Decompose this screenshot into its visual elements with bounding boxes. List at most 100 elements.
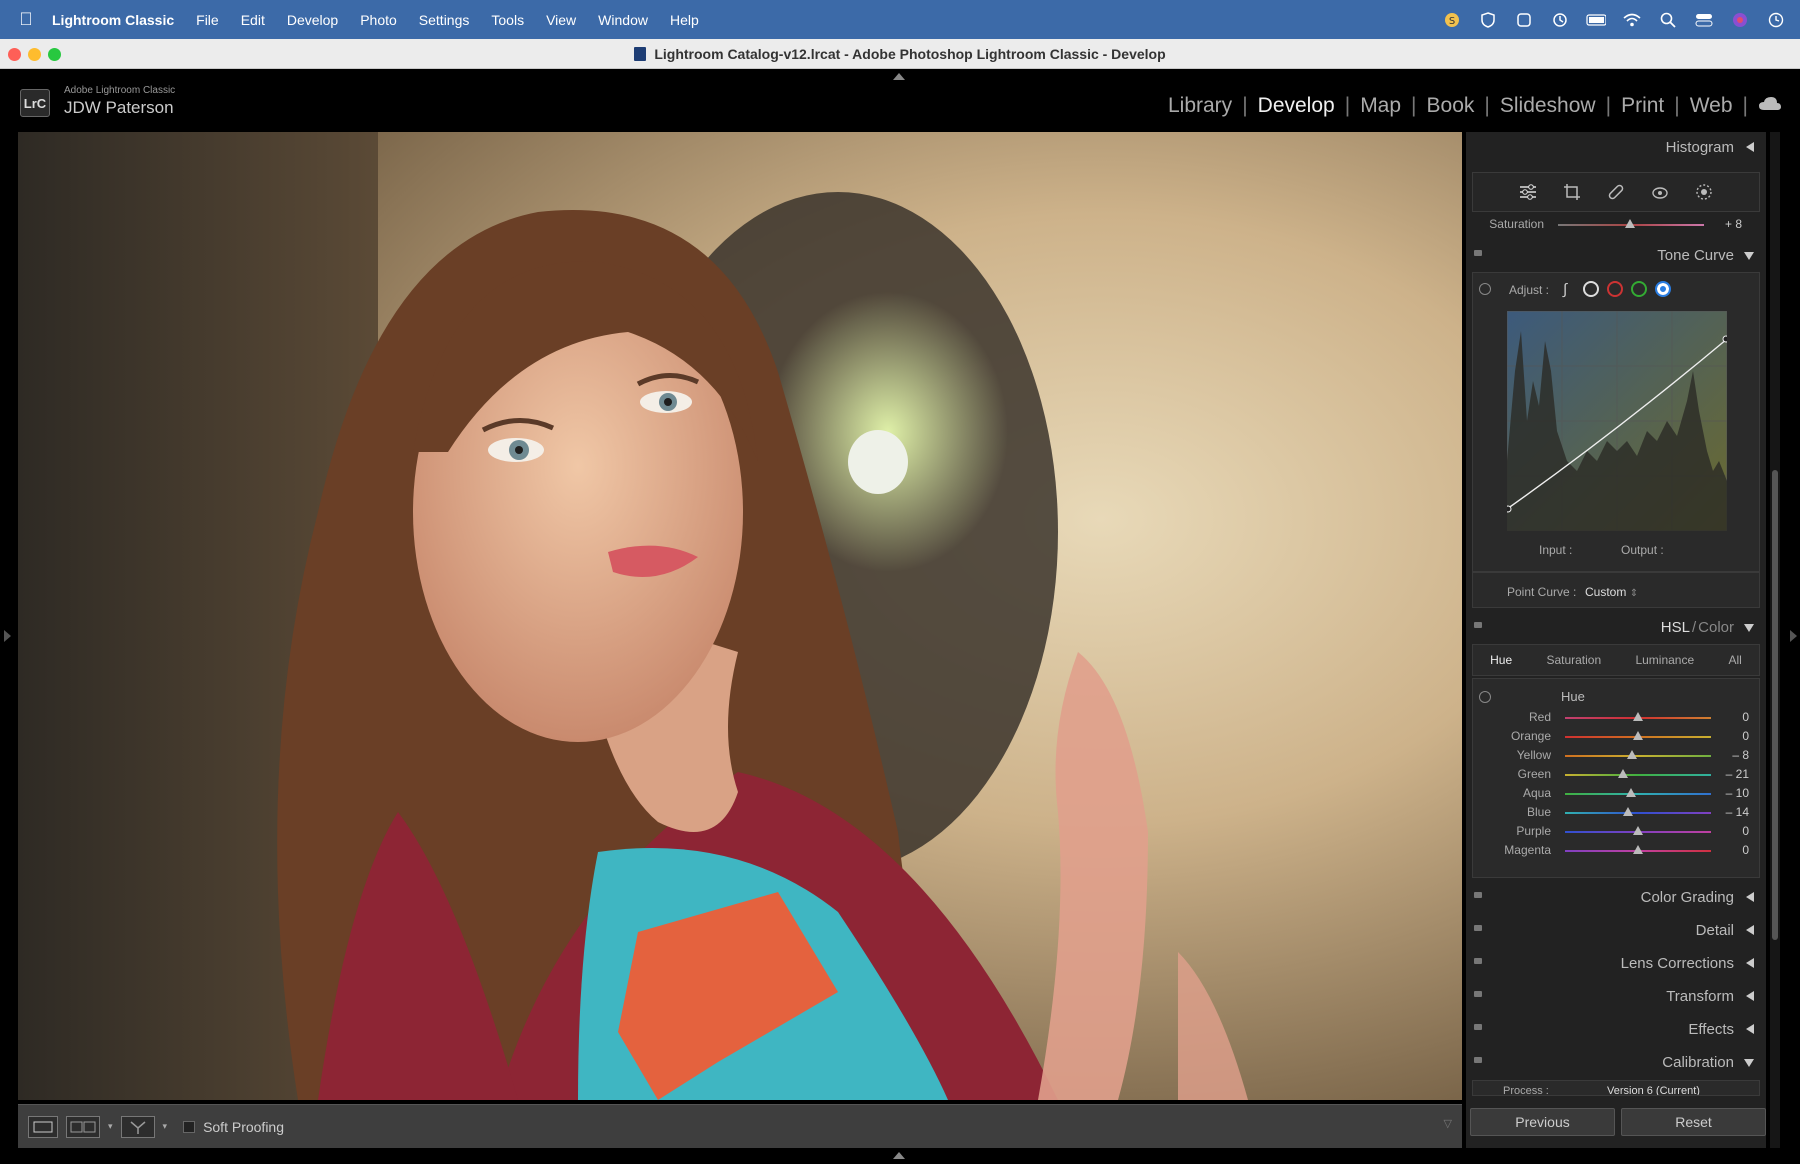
hue-slider-value[interactable]: 0 <box>1742 824 1749 838</box>
module-slideshow[interactable]: Slideshow <box>1500 94 1596 118</box>
reset-button[interactable]: Reset <box>1621 1108 1766 1136</box>
hue-slider-track[interactable] <box>1565 793 1711 795</box>
hsl-panel-header[interactable]: HSL / Color <box>1472 612 1760 642</box>
hue-slider-knob[interactable] <box>1622 807 1633 816</box>
menu-tools[interactable]: Tools <box>491 12 524 28</box>
vpn-icon[interactable] <box>1514 10 1534 30</box>
menu-develop[interactable]: Develop <box>287 12 338 28</box>
siri-icon[interactable] <box>1730 10 1750 30</box>
hue-slider-track[interactable] <box>1565 755 1711 757</box>
panel-switch-icon[interactable] <box>1474 1057 1482 1063</box>
hue-slider-knob[interactable] <box>1617 769 1628 778</box>
hue-slider-knob[interactable] <box>1625 788 1636 797</box>
saturation-slider-knob[interactable] <box>1625 219 1635 228</box>
tab-saturation[interactable]: Saturation <box>1542 653 1605 667</box>
tone-curve-panel-header[interactable]: Tone Curve <box>1472 240 1760 270</box>
clock-icon[interactable] <box>1766 10 1786 30</box>
panel-switch-icon[interactable] <box>1474 925 1482 931</box>
module-map[interactable]: Map <box>1360 94 1401 118</box>
masking-icon[interactable] <box>1686 177 1722 207</box>
tab-luminance[interactable]: Luminance <box>1631 653 1698 667</box>
show-top-panel-arrow[interactable] <box>893 73 905 80</box>
before-after-button[interactable] <box>66 1115 100 1138</box>
hue-slider-value[interactable]: – 14 <box>1726 805 1749 819</box>
hue-slider-knob[interactable] <box>1633 712 1643 721</box>
chevron-down-icon[interactable]: ▾ <box>108 1121 113 1132</box>
lens-corrections-panel-header[interactable]: Lens Corrections <box>1472 948 1760 978</box>
effects-panel-header[interactable]: Effects <box>1472 1014 1760 1044</box>
toolbar-menu-icon[interactable]: ▽ <box>1444 1117 1452 1130</box>
process-select[interactable]: Version 6 (Current) <box>1607 1085 1700 1095</box>
spotlight-search-icon[interactable] <box>1658 10 1678 30</box>
transform-panel-header[interactable]: Transform <box>1472 981 1760 1011</box>
menu-settings[interactable]: Settings <box>419 12 470 28</box>
histogram-panel-header[interactable]: Histogram <box>1472 132 1760 162</box>
hue-slider-value[interactable]: – 8 <box>1732 748 1749 762</box>
crop-icon[interactable] <box>1554 177 1590 207</box>
menu-photo[interactable]: Photo <box>360 12 397 28</box>
panel-scrollbar-thumb[interactable] <box>1772 470 1778 940</box>
hue-slider-value[interactable]: 0 <box>1742 843 1749 857</box>
cloud-sync-icon[interactable] <box>1758 94 1782 118</box>
expand-triangle-icon[interactable] <box>1744 1059 1754 1067</box>
hue-slider-value[interactable]: – 21 <box>1726 767 1749 781</box>
sync-status-icon[interactable]: S <box>1442 10 1462 30</box>
collapse-triangle-icon[interactable] <box>1746 925 1754 935</box>
hue-slider-knob[interactable] <box>1633 826 1643 835</box>
tab-hue[interactable]: Hue <box>1486 653 1516 667</box>
edit-sliders-icon[interactable] <box>1510 177 1546 207</box>
apple-menu-icon[interactable]:  <box>0 9 52 30</box>
hue-slider-value[interactable]: – 10 <box>1726 786 1749 800</box>
targeted-adjustment-icon[interactable] <box>1479 283 1491 295</box>
menu-edit[interactable]: Edit <box>241 12 265 28</box>
collapse-triangle-icon[interactable] <box>1746 991 1754 1001</box>
panel-switch-icon[interactable] <box>1474 1024 1482 1030</box>
photo-preview[interactable] <box>18 132 1462 1100</box>
show-filmstrip-arrow[interactable] <box>893 1152 905 1159</box>
hue-slider-track[interactable] <box>1565 774 1711 776</box>
menu-file[interactable]: File <box>196 12 219 28</box>
before-after-swap-button[interactable] <box>120 1115 155 1138</box>
green-channel-icon[interactable] <box>1631 281 1647 297</box>
parametric-curve-icon[interactable]: ∫ <box>1563 281 1567 298</box>
show-right-panel-arrow[interactable] <box>1790 630 1797 642</box>
targeted-adjustment-icon[interactable] <box>1479 691 1491 703</box>
minimize-window-button[interactable] <box>28 48 41 61</box>
red-channel-icon[interactable] <box>1607 281 1623 297</box>
collapse-triangle-icon[interactable] <box>1746 958 1754 968</box>
panel-switch-icon[interactable] <box>1474 892 1482 898</box>
module-develop[interactable]: Develop <box>1258 94 1335 118</box>
saturation-slider-row[interactable]: Saturation + 8 <box>1466 214 1754 236</box>
hue-slider-knob[interactable] <box>1633 845 1643 854</box>
shield-icon[interactable] <box>1478 10 1498 30</box>
hue-slider-magenta[interactable]: Magenta 0 <box>1473 840 1761 862</box>
expand-triangle-icon[interactable] <box>1744 624 1754 632</box>
panel-switch-icon[interactable] <box>1474 622 1482 628</box>
hue-slider-value[interactable]: 0 <box>1742 729 1749 743</box>
menu-help[interactable]: Help <box>670 12 699 28</box>
healing-brush-icon[interactable] <box>1598 177 1634 207</box>
blue-channel-icon[interactable] <box>1655 281 1671 297</box>
module-print[interactable]: Print <box>1621 94 1664 118</box>
red-eye-icon[interactable] <box>1642 177 1678 207</box>
wifi-icon[interactable] <box>1622 10 1642 30</box>
collapse-triangle-icon[interactable] <box>1746 892 1754 902</box>
battery-icon[interactable] <box>1586 10 1606 30</box>
tone-curve-graph[interactable] <box>1507 311 1727 531</box>
point-curve-select[interactable]: Custom ⇕ <box>1585 585 1638 599</box>
detail-panel-header[interactable]: Detail <box>1472 915 1760 945</box>
chevron-down-icon[interactable]: ▾ <box>163 1121 168 1132</box>
hsl-title[interactable]: HSL <box>1661 619 1690 636</box>
color-grading-panel-header[interactable]: Color Grading <box>1472 882 1760 912</box>
zoom-window-button[interactable] <box>48 48 61 61</box>
identity-plate[interactable]: Adobe Lightroom Classic JDW Paterson <box>64 85 175 118</box>
soft-proofing-checkbox[interactable] <box>183 1120 196 1133</box>
hue-slider-knob[interactable] <box>1633 731 1643 740</box>
tab-all[interactable]: All <box>1724 653 1745 667</box>
hue-slider-value[interactable]: 0 <box>1742 710 1749 724</box>
collapse-triangle-icon[interactable] <box>1746 1024 1754 1034</box>
calibration-panel-header[interactable]: Calibration <box>1472 1047 1760 1077</box>
app-menu[interactable]: Lightroom Classic <box>52 12 174 28</box>
color-title[interactable]: Color <box>1698 619 1734 636</box>
point-curve-rgb-icon[interactable] <box>1583 281 1599 297</box>
